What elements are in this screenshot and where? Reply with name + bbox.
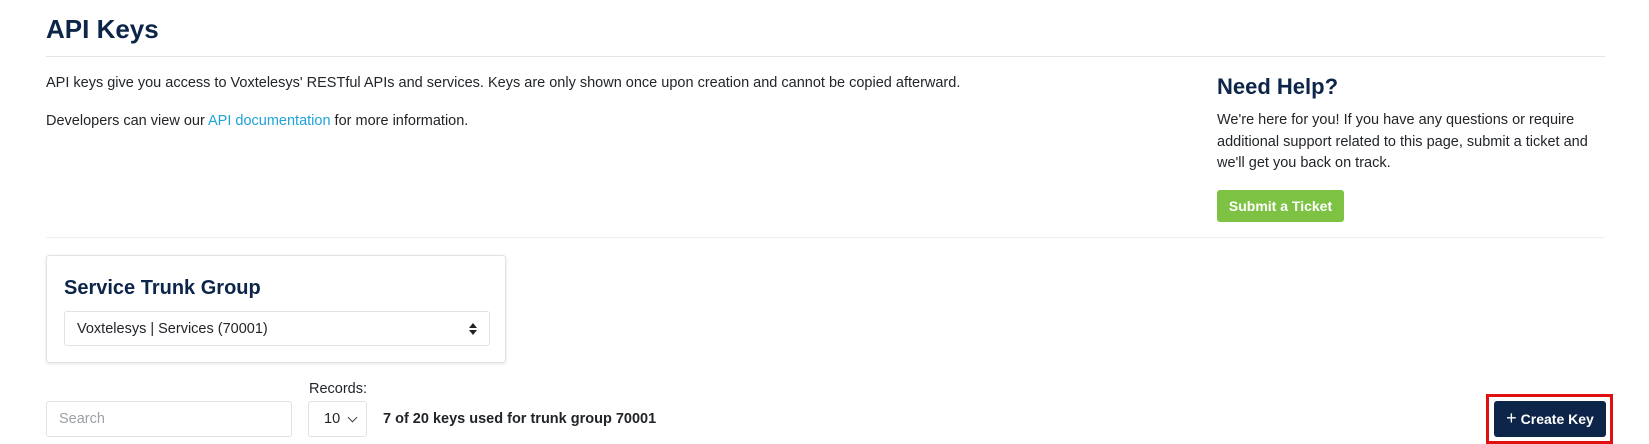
records-selected-value: 10 [324, 411, 341, 427]
plus-icon: + [1506, 408, 1517, 428]
intro-docs-line: Developers can view our API documentatio… [46, 111, 1126, 131]
sort-updown-icon [469, 322, 477, 335]
intro-docs-prefix: Developers can view our [46, 113, 208, 129]
search-input[interactable] [46, 401, 292, 437]
key-usage-text: 7 of 20 keys used for trunk group 70001 [383, 411, 657, 427]
help-panel: Need Help? We're here for you! If you ha… [1217, 72, 1607, 175]
chevron-down-icon [347, 412, 358, 422]
create-key-button[interactable]: + Create Key [1494, 401, 1606, 437]
api-documentation-link[interactable]: API documentation [208, 113, 331, 129]
create-key-label: Create Key [1520, 411, 1594, 427]
records-label: Records: [309, 381, 368, 397]
trunk-group-title: Service Trunk Group [64, 277, 261, 299]
trunk-group-select[interactable]: Voxtelesys | Services (70001) [64, 311, 490, 346]
trunk-group-card: Service Trunk Group Voxtelesys | Service… [46, 255, 506, 363]
header-divider [46, 56, 1605, 57]
help-title: Need Help? [1217, 74, 1339, 99]
api-keys-page: API Keys API keys give you access to Vox… [0, 0, 1649, 444]
intro-docs-suffix: for more information. [330, 113, 469, 129]
trunk-group-selected-value: Voxtelesys | Services (70001) [77, 320, 268, 337]
help-text: We're here for you! If you have any ques… [1217, 112, 1588, 171]
intro-description: API keys give you access to Voxtelesys' … [46, 75, 961, 91]
section-divider [46, 237, 1605, 238]
page-title: API Keys [46, 14, 159, 44]
intro-section: API keys give you access to Voxtelesys' … [46, 73, 1126, 131]
records-per-page-select[interactable]: 10 [308, 401, 367, 437]
submit-ticket-button[interactable]: Submit a Ticket [1217, 190, 1344, 222]
